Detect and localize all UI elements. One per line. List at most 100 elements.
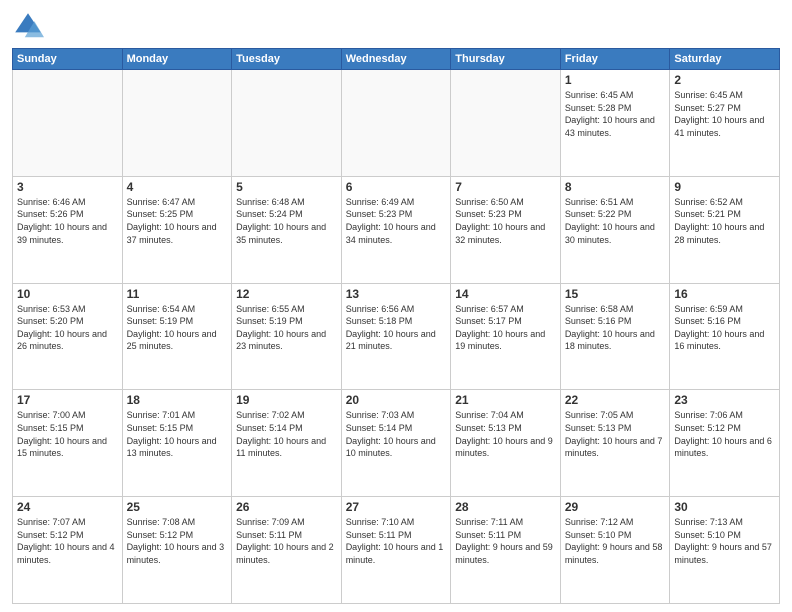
day-cell — [232, 70, 342, 177]
day-number: 22 — [565, 393, 666, 407]
day-info: Sunrise: 6:54 AM Sunset: 5:19 PM Dayligh… — [127, 303, 228, 353]
week-row-1: 3 Sunrise: 6:46 AM Sunset: 5:26 PM Daylig… — [13, 176, 780, 283]
day-cell: 11 Sunrise: 6:54 AM Sunset: 5:19 PM Dayli… — [122, 283, 232, 390]
day-number: 24 — [17, 500, 118, 514]
day-info: Sunrise: 7:04 AM Sunset: 5:13 PM Dayligh… — [455, 409, 556, 459]
day-info: Sunrise: 6:45 AM Sunset: 5:28 PM Dayligh… — [565, 89, 666, 139]
day-cell: 27 Sunrise: 7:10 AM Sunset: 5:11 PM Dayli… — [341, 497, 451, 604]
day-number: 4 — [127, 180, 228, 194]
day-number: 21 — [455, 393, 556, 407]
day-info: Sunrise: 6:45 AM Sunset: 5:27 PM Dayligh… — [674, 89, 775, 139]
day-number: 8 — [565, 180, 666, 194]
day-cell — [122, 70, 232, 177]
day-number: 13 — [346, 287, 447, 301]
day-info: Sunrise: 7:07 AM Sunset: 5:12 PM Dayligh… — [17, 516, 118, 566]
day-number: 10 — [17, 287, 118, 301]
day-cell: 10 Sunrise: 6:53 AM Sunset: 5:20 PM Dayli… — [13, 283, 123, 390]
day-number: 7 — [455, 180, 556, 194]
day-info: Sunrise: 7:02 AM Sunset: 5:14 PM Dayligh… — [236, 409, 337, 459]
weekday-header-friday: Friday — [560, 49, 670, 70]
day-cell: 29Sunrise: 7:12 AM Sunset: 5:10 PM Dayli… — [560, 497, 670, 604]
day-number: 26 — [236, 500, 337, 514]
day-info: Sunrise: 7:00 AM Sunset: 5:15 PM Dayligh… — [17, 409, 118, 459]
day-cell: 8 Sunrise: 6:51 AM Sunset: 5:22 PM Daylig… — [560, 176, 670, 283]
day-cell: 24 Sunrise: 7:07 AM Sunset: 5:12 PM Dayli… — [13, 497, 123, 604]
calendar-header: SundayMondayTuesdayWednesdayThursdayFrid… — [13, 49, 780, 70]
day-info: Sunrise: 6:47 AM Sunset: 5:25 PM Dayligh… — [127, 196, 228, 246]
day-info: Sunrise: 6:55 AM Sunset: 5:19 PM Dayligh… — [236, 303, 337, 353]
day-info: Sunrise: 7:05 AM Sunset: 5:13 PM Dayligh… — [565, 409, 666, 459]
day-number: 16 — [674, 287, 775, 301]
day-number: 6 — [346, 180, 447, 194]
day-cell: 25 Sunrise: 7:08 AM Sunset: 5:12 PM Dayli… — [122, 497, 232, 604]
day-cell: 28Sunrise: 7:11 AM Sunset: 5:11 PM Dayli… — [451, 497, 561, 604]
day-cell: 9 Sunrise: 6:52 AM Sunset: 5:21 PM Daylig… — [670, 176, 780, 283]
header — [12, 10, 780, 42]
day-number: 11 — [127, 287, 228, 301]
day-cell: 12 Sunrise: 6:55 AM Sunset: 5:19 PM Dayli… — [232, 283, 342, 390]
day-cell: 14Sunrise: 6:57 AM Sunset: 5:17 PM Dayli… — [451, 283, 561, 390]
day-cell: 16 Sunrise: 6:59 AM Sunset: 5:16 PM Dayli… — [670, 283, 780, 390]
week-row-0: 1 Sunrise: 6:45 AM Sunset: 5:28 PM Daylig… — [13, 70, 780, 177]
day-cell: 20 Sunrise: 7:03 AM Sunset: 5:14 PM Dayli… — [341, 390, 451, 497]
day-number: 20 — [346, 393, 447, 407]
day-number: 19 — [236, 393, 337, 407]
page: SundayMondayTuesdayWednesdayThursdayFrid… — [0, 0, 792, 612]
weekday-header-sunday: Sunday — [13, 49, 123, 70]
day-cell: 18 Sunrise: 7:01 AM Sunset: 5:15 PM Dayli… — [122, 390, 232, 497]
day-number: 3 — [17, 180, 118, 194]
day-info: Sunrise: 7:03 AM Sunset: 5:14 PM Dayligh… — [346, 409, 447, 459]
day-number: 1 — [565, 73, 666, 87]
day-cell: 15 Sunrise: 6:58 AM Sunset: 5:16 PM Dayli… — [560, 283, 670, 390]
day-number: 14 — [455, 287, 556, 301]
day-cell: 17 Sunrise: 7:00 AM Sunset: 5:15 PM Dayli… — [13, 390, 123, 497]
day-number: 30 — [674, 500, 775, 514]
day-number: 28 — [455, 500, 556, 514]
day-cell: 4 Sunrise: 6:47 AM Sunset: 5:25 PM Daylig… — [122, 176, 232, 283]
day-info: Sunrise: 7:13 AM Sunset: 5:10 PM Dayligh… — [674, 516, 775, 566]
day-info: Sunrise: 7:09 AM Sunset: 5:11 PM Dayligh… — [236, 516, 337, 566]
day-info: Sunrise: 7:06 AM Sunset: 5:12 PM Dayligh… — [674, 409, 775, 459]
day-number: 25 — [127, 500, 228, 514]
calendar-body: 1 Sunrise: 6:45 AM Sunset: 5:28 PM Daylig… — [13, 70, 780, 604]
day-info: Sunrise: 6:52 AM Sunset: 5:21 PM Dayligh… — [674, 196, 775, 246]
day-number: 29 — [565, 500, 666, 514]
day-cell: 19 Sunrise: 7:02 AM Sunset: 5:14 PM Dayli… — [232, 390, 342, 497]
weekday-row: SundayMondayTuesdayWednesdayThursdayFrid… — [13, 49, 780, 70]
day-info: Sunrise: 7:01 AM Sunset: 5:15 PM Dayligh… — [127, 409, 228, 459]
day-cell — [13, 70, 123, 177]
weekday-header-tuesday: Tuesday — [232, 49, 342, 70]
day-number: 15 — [565, 287, 666, 301]
logo — [12, 10, 48, 42]
week-row-3: 17 Sunrise: 7:00 AM Sunset: 5:15 PM Dayli… — [13, 390, 780, 497]
day-cell: 13Sunrise: 6:56 AM Sunset: 5:18 PM Dayli… — [341, 283, 451, 390]
day-cell: 21 Sunrise: 7:04 AM Sunset: 5:13 PM Dayli… — [451, 390, 561, 497]
weekday-header-saturday: Saturday — [670, 49, 780, 70]
weekday-header-monday: Monday — [122, 49, 232, 70]
day-number: 12 — [236, 287, 337, 301]
day-info: Sunrise: 6:49 AM Sunset: 5:23 PM Dayligh… — [346, 196, 447, 246]
day-cell: 30 Sunrise: 7:13 AM Sunset: 5:10 PM Dayli… — [670, 497, 780, 604]
day-info: Sunrise: 6:59 AM Sunset: 5:16 PM Dayligh… — [674, 303, 775, 353]
day-info: Sunrise: 6:53 AM Sunset: 5:20 PM Dayligh… — [17, 303, 118, 353]
day-info: Sunrise: 7:10 AM Sunset: 5:11 PM Dayligh… — [346, 516, 447, 566]
day-cell: 23 Sunrise: 7:06 AM Sunset: 5:12 PM Dayli… — [670, 390, 780, 497]
day-info: Sunrise: 6:46 AM Sunset: 5:26 PM Dayligh… — [17, 196, 118, 246]
calendar: SundayMondayTuesdayWednesdayThursdayFrid… — [12, 48, 780, 604]
day-cell — [341, 70, 451, 177]
day-info: Sunrise: 7:08 AM Sunset: 5:12 PM Dayligh… — [127, 516, 228, 566]
day-number: 5 — [236, 180, 337, 194]
day-info: Sunrise: 6:58 AM Sunset: 5:16 PM Dayligh… — [565, 303, 666, 353]
logo-icon — [12, 10, 44, 42]
day-info: Sunrise: 6:51 AM Sunset: 5:22 PM Dayligh… — [565, 196, 666, 246]
day-cell: 26 Sunrise: 7:09 AM Sunset: 5:11 PM Dayli… — [232, 497, 342, 604]
day-number: 23 — [674, 393, 775, 407]
day-cell: 22 Sunrise: 7:05 AM Sunset: 5:13 PM Dayli… — [560, 390, 670, 497]
weekday-header-wednesday: Wednesday — [341, 49, 451, 70]
day-number: 27 — [346, 500, 447, 514]
day-number: 2 — [674, 73, 775, 87]
week-row-4: 24 Sunrise: 7:07 AM Sunset: 5:12 PM Dayli… — [13, 497, 780, 604]
day-number: 17 — [17, 393, 118, 407]
day-number: 9 — [674, 180, 775, 194]
day-number: 18 — [127, 393, 228, 407]
